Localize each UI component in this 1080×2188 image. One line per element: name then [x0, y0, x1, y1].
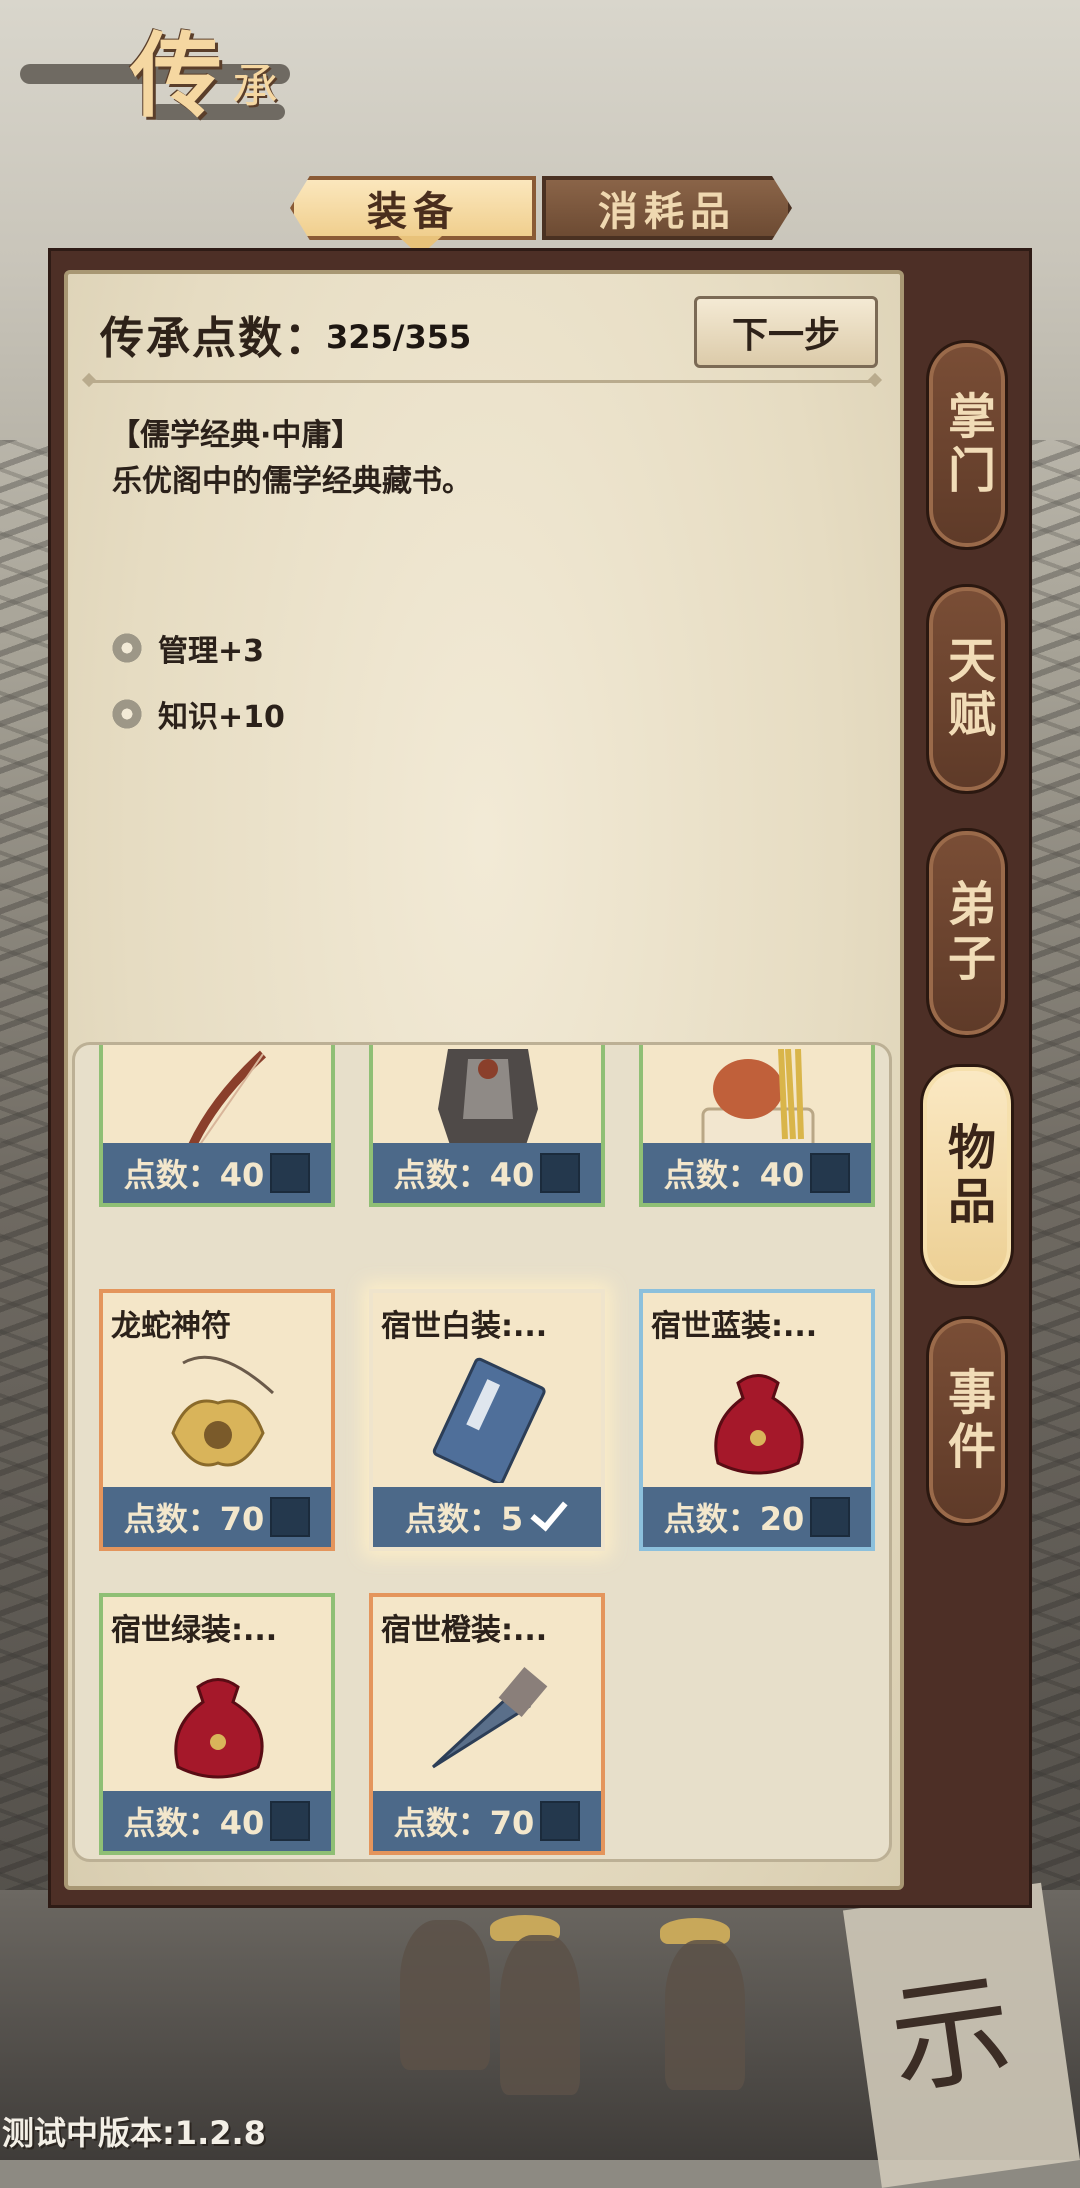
- stat-row: 知识+10: [110, 692, 285, 736]
- item-points: 点数：70: [103, 1487, 331, 1547]
- item-name: 宿世蓝装:...: [651, 1309, 818, 1344]
- villager-figure: [400, 1920, 490, 2070]
- tab-label: 消耗品: [598, 189, 736, 235]
- stat-row: 管理+3: [110, 626, 264, 670]
- page-title: 传: [130, 22, 222, 130]
- points-text: 点数：5: [404, 1500, 524, 1538]
- tab-label: 装备: [367, 189, 459, 235]
- flower-icon: [110, 631, 144, 665]
- item-points: 点数：40: [373, 1143, 601, 1203]
- pouch-icon: [174, 1678, 264, 1779]
- item-card[interactable]: 宿世白装:... 点数：5: [369, 1289, 605, 1551]
- item-card[interactable]: 点数：40: [369, 1045, 605, 1207]
- item-points: 点数：40: [103, 1791, 331, 1851]
- side-tab-items[interactable]: 物品: [920, 1064, 1014, 1288]
- points-text: 点数：70: [393, 1804, 535, 1842]
- item-points: 点数：70: [373, 1791, 601, 1851]
- select-checkbox[interactable]: [270, 1153, 311, 1193]
- points-text: 点数：40: [123, 1804, 265, 1842]
- tab-consumables[interactable]: 消耗品: [542, 176, 792, 240]
- pouch-icon: [714, 1374, 804, 1475]
- points-text: 点数：20: [663, 1500, 805, 1538]
- select-checkbox[interactable]: [810, 1153, 851, 1193]
- villager-figure: [665, 1940, 745, 2090]
- side-tab-talent[interactable]: 天赋: [926, 584, 1008, 794]
- book-icon: [432, 1357, 546, 1483]
- divider: [90, 380, 874, 383]
- version-label: 测试中版本:1.2.8: [2, 2114, 266, 2152]
- item-card[interactable]: 宿世橙装:... 点数：70: [369, 1593, 605, 1855]
- points-text: 点数：40: [123, 1156, 265, 1194]
- item-points: 点数：5: [373, 1487, 601, 1547]
- side-tab-label: 事件: [939, 1367, 995, 1475]
- item-card[interactable]: 龙蛇神符 点数：70: [99, 1289, 335, 1551]
- side-tab-label: 天赋: [939, 635, 995, 743]
- select-checkbox[interactable]: [540, 1801, 581, 1841]
- dart-icon: [431, 1667, 548, 1769]
- item-grid[interactable]: 点数：40 点数：40 点数：40 龙蛇神符 点数：70 宿世白装:... 点数…: [72, 1042, 892, 1862]
- tab-equipment[interactable]: 装备: [290, 176, 536, 240]
- item-detail-description: 乐优阁中的儒学经典藏书。: [112, 464, 472, 499]
- stat-text: 知识+10: [158, 700, 285, 735]
- item-points: 点数：40: [643, 1143, 871, 1203]
- side-tab-master[interactable]: 掌门: [926, 340, 1008, 550]
- select-checkbox[interactable]: [529, 1497, 569, 1537]
- select-checkbox[interactable]: [270, 1497, 311, 1537]
- side-tab-disciples[interactable]: 弟子: [926, 828, 1008, 1038]
- points-text: 点数：40: [663, 1156, 805, 1194]
- item-card[interactable]: 点数：40: [99, 1045, 335, 1207]
- item-points: 点数：20: [643, 1487, 871, 1547]
- points-text: 点数：40: [393, 1156, 535, 1194]
- points-text: 点数：70: [123, 1500, 265, 1538]
- amulet-icon: [171, 1355, 275, 1467]
- side-tab-events[interactable]: 事件: [926, 1316, 1008, 1526]
- item-detail-title: 【儒学经典·中庸】: [110, 418, 362, 453]
- select-checkbox[interactable]: [270, 1801, 311, 1841]
- next-step-button[interactable]: 下一步: [694, 296, 878, 368]
- select-checkbox[interactable]: [540, 1153, 581, 1193]
- side-tab-label: 弟子: [939, 879, 995, 987]
- side-tab-label: 物品: [939, 1122, 995, 1230]
- item-name: 龙蛇神符: [111, 1309, 231, 1344]
- item-points: 点数：40: [103, 1143, 331, 1203]
- page-title-suffix: 承: [232, 59, 278, 113]
- item-name: 宿世绿装:...: [111, 1613, 278, 1648]
- wall-poster: 示: [842, 1882, 1080, 2188]
- item-card[interactable]: 宿世绿装:... 点数：40: [99, 1593, 335, 1855]
- item-name: 宿世白装:...: [381, 1309, 548, 1344]
- stat-text: 管理+3: [158, 634, 265, 669]
- points-label: 传承点数：: [100, 313, 330, 364]
- item-name: 宿世橙装:...: [381, 1613, 548, 1648]
- item-card[interactable]: 点数：40: [639, 1045, 875, 1207]
- villager-figure: [500, 1935, 580, 2095]
- flower-icon: [110, 697, 144, 731]
- select-checkbox[interactable]: [810, 1497, 851, 1537]
- points-value: 325/355: [326, 318, 472, 356]
- item-card[interactable]: 宿世蓝装:... 点数：20: [639, 1289, 875, 1551]
- side-tab-label: 掌门: [939, 391, 995, 499]
